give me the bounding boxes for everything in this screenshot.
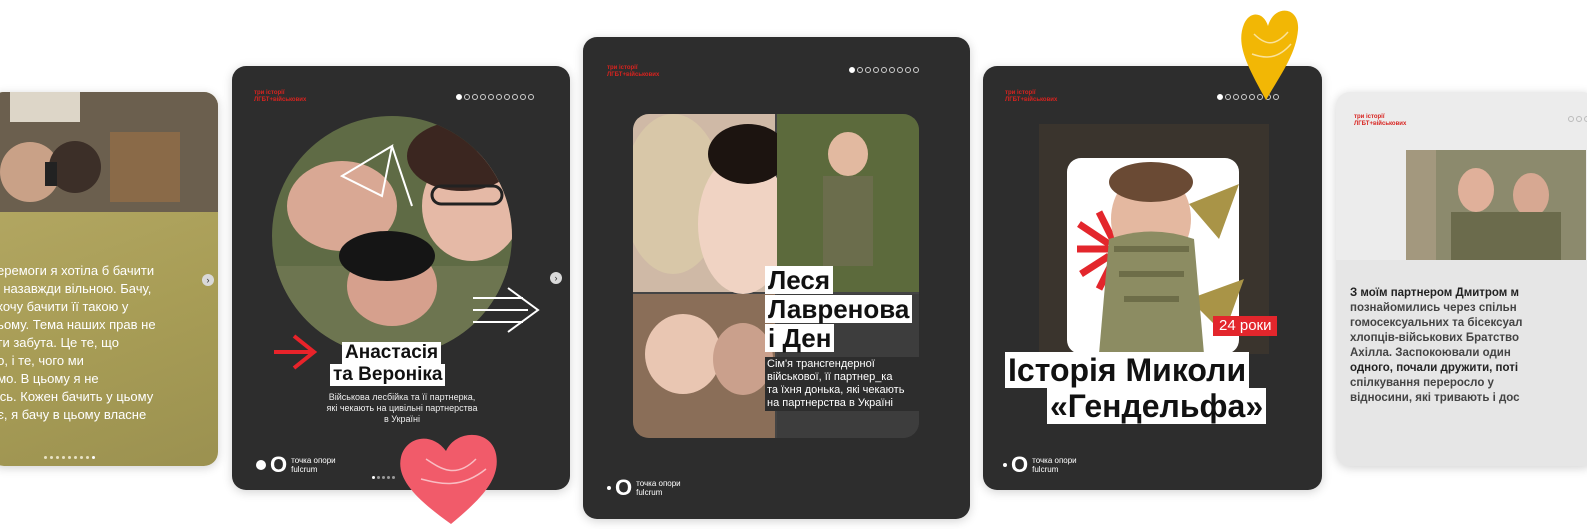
card2-bottom-dots [372,476,395,479]
card1-text-line: ю назавжди вільною. Бачу, [0,281,152,296]
card4-logo: O точка опори fulcrum [1003,454,1077,476]
card5-text-line: спілкування переросло у [1350,377,1494,389]
card5-text-line: Ахілла. Заспокоювали один [1350,347,1511,359]
card2-tag: три історії ЛГБТ+військових [254,90,307,103]
card3-title-line: Лавренова [765,295,913,323]
card4-title-line: «Гендельфа» [1047,388,1267,424]
user-avatar-icon [256,460,266,470]
card5-photo [1406,150,1586,260]
card4-age-badge: 24 роки [1213,316,1278,336]
card1-photo [0,92,218,212]
chevron-right-icon: › [554,273,558,283]
card1-text-line: ньому. Тема наших прав не [0,317,156,332]
card1-pagination-dots [44,456,95,459]
red-arrow-icon [274,334,318,370]
card1-text-line: перемоги я хотіла б бачити [0,263,155,278]
card1-text-line: юсь. Кожен бачить у цьому [0,389,154,404]
heart-icon [1241,10,1299,101]
card1-text-line: емо. В цьому я не [0,371,99,386]
carousel-card-2[interactable]: три історії ЛГБТ+військових Анастасія та… [232,66,570,490]
carousel-card-4[interactable]: три історії ЛГБТ+військових 24 роки Істо… [983,66,1322,490]
heart-icon [400,434,497,524]
chevron-right-icon: › [206,275,210,285]
card3-pagination-dots [849,67,919,73]
card4-title-line: Історія Миколи [1005,352,1250,388]
card1-text-line: но, і те, чого ми [0,353,84,368]
card5-text-line: З моїм партнером Дмитром м [1350,287,1520,299]
card3-title-line: Леся [765,266,833,294]
card3-title-line: і Ден [765,324,835,352]
card5-text-line: гомосексуальних та бісексуал [1350,317,1523,329]
card2-title-line: та Вероніка [330,364,446,386]
carousel-card-1[interactable]: перемоги я хотіла б бачити ю назавжди ві… [0,92,218,466]
card2-title-line: Анастасія [342,342,442,364]
card2-pagination-dots [456,94,534,100]
card2-logo: O точка опори fulcrum [256,454,336,476]
carousel-card-5[interactable]: три історії ЛГБТ+військових З моїм партн… [1336,92,1587,466]
card3-subtitle: Сім'я трансгендерної військової, її парт… [765,357,949,411]
card5-text-line: хлопців-військових Братство [1350,332,1519,344]
arrow-decoration-icon [473,287,540,333]
card2-next-button[interactable]: › [550,272,562,284]
card1-text-line: оє, я бачу в цьому власне [0,407,147,422]
card4-tag: три історії ЛГБТ+військових [1005,90,1058,103]
card1-text-line: і хочу бачити її такою у [0,299,129,314]
card1-text-line: ути забута. Це те, що [0,335,119,350]
card5-pagination-dots [1568,116,1587,122]
card2-subtitle: Військова лесбійка та її партнерка, які … [326,392,478,424]
card5-tag: три історії ЛГБТ+військових [1354,114,1407,127]
card3-logo: O точка опори fulcrum [607,477,681,499]
card1-next-button[interactable]: › [202,274,214,286]
card5-text-line: відносини, які тривають і дос [1350,392,1520,404]
carousel-card-3[interactable]: три історії ЛГБТ+військових Леся Лаврено… [583,37,970,519]
card5-text-line: одного, почали дружити, поті [1350,362,1519,374]
card5-text-line: познайомились через спільн [1350,302,1517,314]
card3-tag: три історії ЛГБТ+військових [607,65,660,78]
